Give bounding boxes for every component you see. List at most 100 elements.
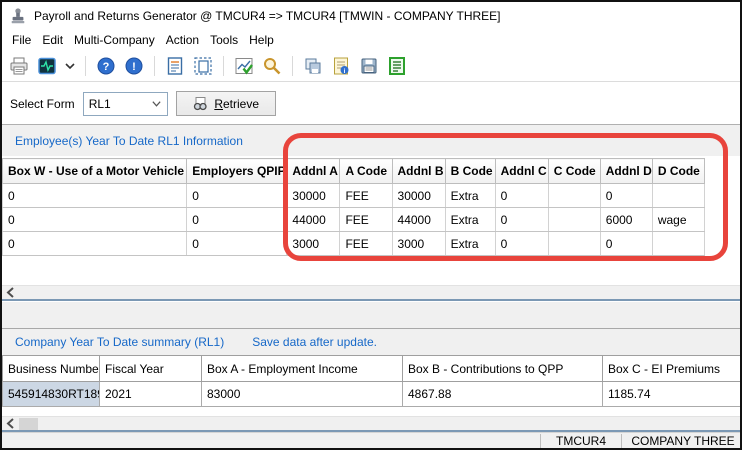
table-cell: 0: [495, 184, 548, 208]
table-cell: 0: [3, 232, 187, 256]
scroll-left-icon[interactable]: [6, 418, 15, 429]
table-cell: 0: [187, 208, 287, 232]
toolbar-separator: [154, 56, 155, 76]
retrieve-label: Retrieve: [214, 97, 259, 111]
about-icon[interactable]: !: [123, 55, 145, 77]
column-header[interactable]: Addnl D: [600, 159, 652, 184]
stamp-icon: [9, 7, 27, 25]
table-cell: [548, 184, 600, 208]
table-cell: Extra: [445, 184, 495, 208]
binoculars-icon: [192, 96, 208, 112]
column-header[interactable]: Box A - Employment Income: [202, 356, 403, 382]
table-cell: 0: [3, 184, 187, 208]
table-cell: 83000: [202, 382, 403, 407]
table-cell: 0: [187, 232, 287, 256]
form-row: Select Form RL1 Retrieve: [2, 83, 740, 124]
chart-icon[interactable]: [233, 55, 255, 77]
table-cell: 0: [187, 184, 287, 208]
column-header[interactable]: Fiscal Year: [100, 356, 202, 382]
menu-item-tools[interactable]: Tools: [210, 33, 238, 47]
scroll-left-icon[interactable]: [6, 287, 15, 298]
table-cell: 3000: [287, 232, 340, 256]
table-cell: 30000: [287, 184, 340, 208]
form-select-value: RL1: [89, 97, 151, 111]
table-cell: 0: [600, 184, 652, 208]
menu-item-help[interactable]: Help: [249, 33, 274, 47]
table-cell: 4867.88: [403, 382, 603, 407]
company-section-title: Company Year To Date summary (RL1): [15, 335, 224, 349]
table-cell: wage: [652, 208, 704, 232]
employee-table-header-row: Box W - Use of a Motor VehicleEmployers …: [3, 159, 705, 184]
table-cell: [652, 184, 704, 208]
column-header[interactable]: Addnl B: [392, 159, 445, 184]
table-row[interactable]: 0030000FEE30000Extra00: [3, 184, 705, 208]
table-cell: 1185.74: [603, 382, 742, 407]
menu-item-action[interactable]: Action: [166, 33, 199, 47]
select-form-label: Select Form: [10, 97, 75, 111]
table-cell: FEE: [340, 208, 392, 232]
column-header[interactable]: A Code: [340, 159, 392, 184]
retrieve-button[interactable]: Retrieve: [176, 91, 276, 116]
payroll-run-icon[interactable]: [36, 55, 58, 77]
table-cell: Extra: [445, 232, 495, 256]
toolbar-separator: [223, 56, 224, 76]
notes-info-icon[interactable]: i: [330, 55, 352, 77]
column-header[interactable]: C Code: [548, 159, 600, 184]
window-title: Payroll and Returns Generator @ TMCUR4 =…: [34, 9, 501, 23]
toolbar-separator: [292, 56, 293, 76]
search-icon[interactable]: [261, 55, 283, 77]
report-icon[interactable]: [386, 55, 408, 77]
svg-text:i: i: [344, 68, 346, 75]
column-header[interactable]: Box B - Contributions to QPP: [403, 356, 603, 382]
save-data-note: Save data after update.: [252, 335, 377, 349]
form-icon[interactable]: [164, 55, 186, 77]
table-row[interactable]: 003000FEE3000Extra00: [3, 232, 705, 256]
status-server: TMCUR4: [541, 434, 621, 448]
company-table-header-row: Business NumberFiscal YearBox A - Employ…: [3, 356, 742, 382]
column-header[interactable]: Box W - Use of a Motor Vehicle: [3, 159, 187, 184]
table-row[interactable]: 545914830RT18932021830004867.881185.74: [3, 382, 742, 407]
company-section-header: Company Year To Date summary (RL1) Save …: [2, 329, 742, 355]
svg-text:!: !: [132, 61, 136, 73]
chevron-down-icon: [151, 98, 162, 109]
column-header[interactable]: Addnl A: [287, 159, 340, 184]
menu-item-file[interactable]: File: [12, 33, 31, 47]
panel-gap: [2, 302, 742, 328]
table-cell: [652, 232, 704, 256]
print-preview-icon[interactable]: [192, 55, 214, 77]
table-cell: 0: [495, 232, 548, 256]
employee-section-header: Employee(s) Year To Date RL1 Information: [2, 125, 742, 156]
table-cell: 0: [3, 208, 187, 232]
help-icon[interactable]: ?: [95, 55, 117, 77]
dropdown-arrow-icon[interactable]: [64, 55, 76, 77]
table-cell: 30000: [392, 184, 445, 208]
table-cell: [548, 232, 600, 256]
copy-data-icon[interactable]: [302, 55, 324, 77]
table-row[interactable]: 0044000FEE44000Extra06000wage: [3, 208, 705, 232]
save-icon[interactable]: [358, 55, 380, 77]
column-header[interactable]: Employers QPIP: [187, 159, 287, 184]
employee-table-hscrollbar[interactable]: [2, 285, 742, 301]
table-cell: 44000: [287, 208, 340, 232]
toolbar: ? ! i: [2, 50, 740, 82]
table-cell: Extra: [445, 208, 495, 232]
menu-item-multi-company[interactable]: Multi-Company: [74, 33, 155, 47]
form-select[interactable]: RL1: [83, 92, 168, 116]
column-header[interactable]: D Code: [652, 159, 704, 184]
company-table-hscrollbar[interactable]: [2, 416, 742, 432]
menu-item-edit[interactable]: Edit: [42, 33, 63, 47]
table-cell: [548, 208, 600, 232]
status-bar: TMCUR4 COMPANY THREE: [2, 432, 742, 448]
column-header[interactable]: B Code: [445, 159, 495, 184]
menu-bar: File Edit Multi-Company Action Tools Help: [2, 30, 740, 50]
column-header[interactable]: Addnl C: [495, 159, 548, 184]
employee-ytd-table: Box W - Use of a Motor VehicleEmployers …: [2, 158, 705, 256]
column-header[interactable]: Business Number: [3, 356, 100, 382]
table-cell: 6000: [600, 208, 652, 232]
table-cell: 0: [600, 232, 652, 256]
scrollbar-thumb[interactable]: [19, 418, 38, 430]
column-header[interactable]: Box C - EI Premiums: [603, 356, 742, 382]
app-window: Payroll and Returns Generator @ TMCUR4 =…: [0, 0, 742, 450]
company-ytd-table: Business NumberFiscal YearBox A - Employ…: [2, 355, 742, 407]
print-icon[interactable]: [8, 55, 30, 77]
